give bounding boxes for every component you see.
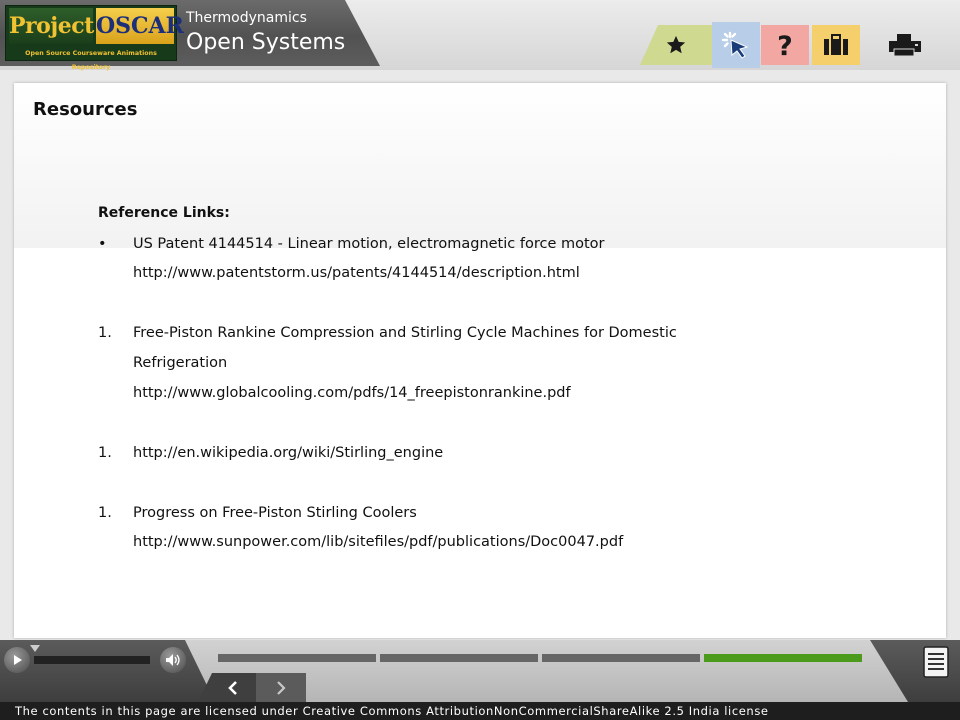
list-number: 1. (98, 445, 112, 461)
tab-resources[interactable] (812, 25, 860, 65)
reference-title-continued: Refrigeration (133, 355, 228, 371)
chevron-right-icon (277, 680, 286, 695)
seek-track[interactable] (34, 656, 150, 664)
reference-title: US Patent 4144514 - Linear motion, elect… (133, 236, 605, 252)
subject-label: Thermodynamics (186, 10, 307, 26)
reference-link[interactable]: http://www.sunpower.com/lib/sitefiles/pd… (133, 534, 623, 550)
bullet-marker: • (98, 236, 107, 252)
player-bar (0, 640, 960, 702)
question-mark-icon: ? (777, 31, 793, 59)
briefcase-icon (824, 34, 848, 55)
notes-icon (923, 646, 949, 678)
progress-segment[interactable] (218, 654, 376, 662)
list-number: 1. (98, 505, 112, 521)
reference-title: Progress on Free-Piston Stirling Coolers (133, 505, 417, 521)
progress-segment[interactable] (704, 654, 862, 662)
content-panel: Resources Reference Links: • US Patent 4… (14, 83, 946, 638)
reference-title: Free-Piston Rankine Compression and Stir… (133, 325, 677, 341)
page-title: Resources (33, 99, 138, 120)
progress-segment[interactable] (542, 654, 700, 662)
svg-text:?: ? (777, 31, 793, 59)
seek-marker[interactable] (30, 645, 40, 652)
reference-link[interactable]: http://www.globalcooling.com/pdfs/14_fre… (133, 385, 571, 401)
previous-button[interactable] (198, 673, 256, 702)
play-icon (14, 655, 22, 665)
license-notice: The contents in this page are licensed u… (0, 702, 960, 720)
list-number: 1. (98, 325, 112, 341)
notes-button[interactable] (920, 644, 952, 680)
progress-segment[interactable] (380, 654, 538, 662)
tab-interactive[interactable] (712, 22, 760, 68)
topic-title: Open Systems (186, 30, 346, 55)
reference-links-heading: Reference Links: (98, 205, 230, 221)
chevron-left-icon (228, 680, 237, 695)
logo-project-text: Project (9, 8, 94, 44)
tab-star[interactable] (640, 25, 712, 65)
speaker-icon (166, 654, 180, 666)
logo-oscar-text: OSCAR (96, 8, 184, 44)
next-button[interactable] (256, 673, 306, 702)
print-button[interactable] (870, 25, 940, 65)
logo-tagline: Open Source Courseware Animations Reposi… (25, 50, 157, 71)
volume-button[interactable] (160, 647, 186, 673)
play-button[interactable] (4, 647, 30, 673)
star-icon (666, 35, 686, 54)
cursor-click-icon (721, 31, 749, 59)
header-bar: Project OSCAR Open Source Courseware Ani… (0, 0, 960, 71)
printer-icon (889, 34, 921, 57)
reference-link[interactable]: http://en.wikipedia.org/wiki/Stirling_en… (133, 445, 443, 461)
tab-help[interactable]: ? (761, 25, 809, 65)
project-oscar-logo: Project OSCAR Open Source Courseware Ani… (5, 5, 184, 71)
reference-link[interactable]: http://www.patentstorm.us/patents/414451… (133, 265, 580, 281)
